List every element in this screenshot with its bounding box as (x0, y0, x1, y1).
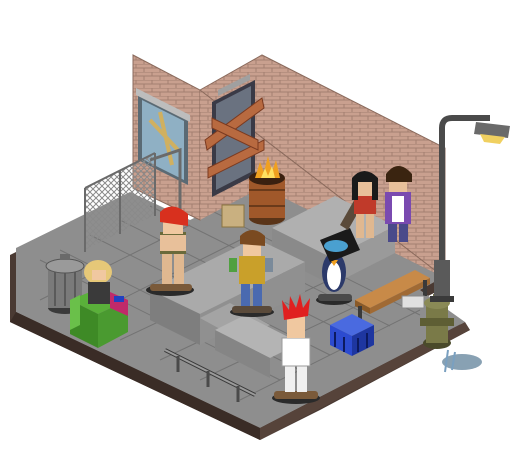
street-lamp[interactable] (430, 115, 510, 302)
water-puddle (442, 349, 482, 373)
game-room-scene (0, 0, 520, 460)
room-canvas (10, 54, 510, 440)
fire-hydrant[interactable] (420, 294, 454, 349)
